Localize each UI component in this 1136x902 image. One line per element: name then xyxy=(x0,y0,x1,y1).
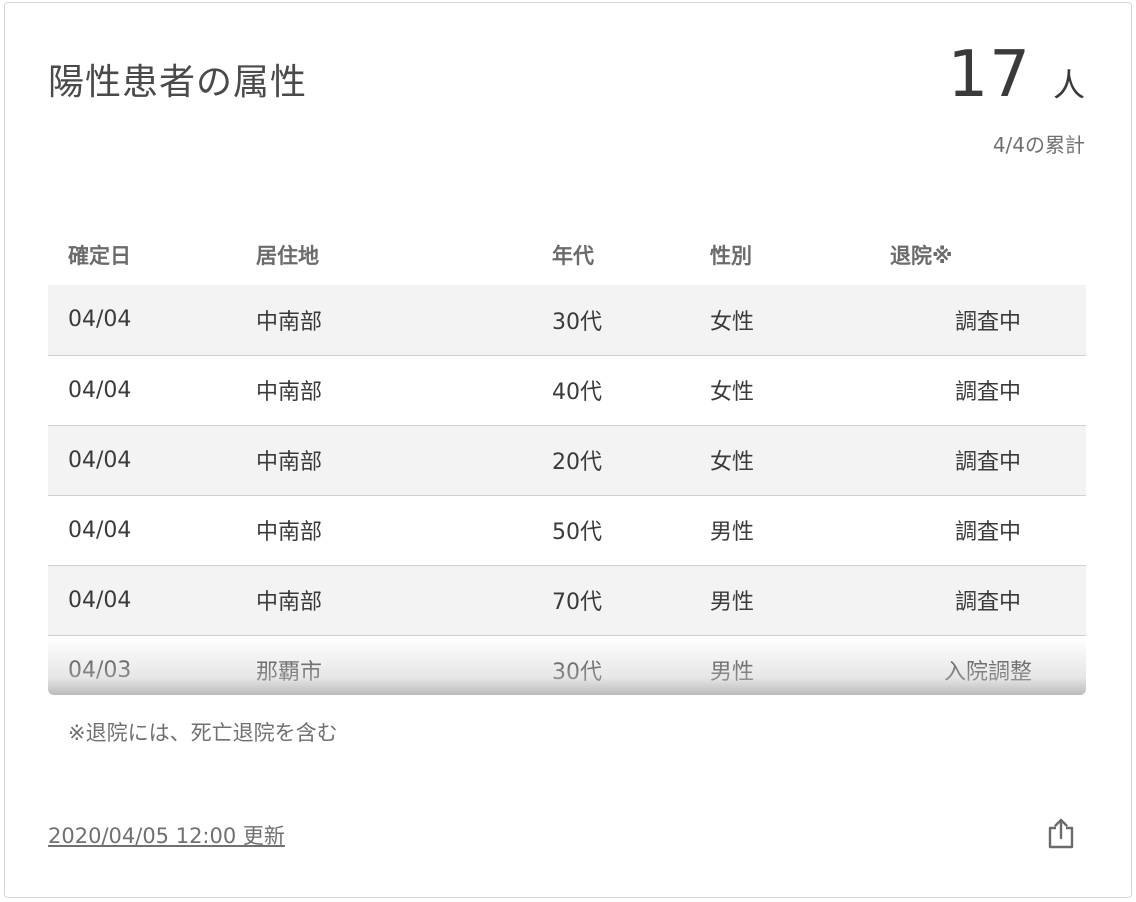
cell-discharge: 調査中 xyxy=(890,355,1086,426)
share-icon[interactable] xyxy=(1047,817,1075,849)
total-count: 17 人 xyxy=(948,43,1085,107)
cell-date: 04/03 xyxy=(48,635,236,695)
share-icon-svg xyxy=(1048,818,1074,849)
table-row: 04/03 那覇市 30代 男性 入院調整 xyxy=(48,635,1086,695)
cell-age: 70代 xyxy=(532,565,690,636)
total-caption: 4/4の累計 xyxy=(992,133,1085,157)
cell-residence: 中南部 xyxy=(236,355,532,426)
cell-discharge: 入院調整 xyxy=(890,635,1086,695)
patients-table-scroll[interactable]: 確定日 居住地 年代 性別 退院※ 04/04 中南部 30代 女性 調査中 0… xyxy=(48,225,1086,695)
cell-age: 20代 xyxy=(532,425,690,496)
header-sex[interactable]: 性別 xyxy=(690,225,890,285)
header-discharge[interactable]: 退院※ xyxy=(890,225,1086,285)
header-date[interactable]: 確定日 xyxy=(48,225,236,285)
cell-date: 04/04 xyxy=(48,285,236,356)
table-header-row: 確定日 居住地 年代 性別 退院※ xyxy=(48,225,1086,285)
table-row: 04/04 中南部 70代 男性 調査中 xyxy=(48,565,1086,636)
cell-date: 04/04 xyxy=(48,495,236,566)
cell-sex: 女性 xyxy=(690,355,890,426)
cell-sex: 男性 xyxy=(690,635,890,695)
table-row: 04/04 中南部 30代 女性 調査中 xyxy=(48,285,1086,356)
table-row: 04/04 中南部 40代 女性 調査中 xyxy=(48,355,1086,426)
cell-residence: 那覇市 xyxy=(236,635,532,695)
card-title: 陽性患者の属性 xyxy=(48,62,308,103)
cell-age: 50代 xyxy=(532,495,690,566)
cell-discharge: 調査中 xyxy=(890,495,1086,566)
cell-date: 04/04 xyxy=(48,355,236,426)
cell-residence: 中南部 xyxy=(236,495,532,566)
cell-discharge: 調査中 xyxy=(890,565,1086,636)
cell-sex: 女性 xyxy=(690,425,890,496)
cell-sex: 女性 xyxy=(690,285,890,356)
total-unit: 人 xyxy=(1052,66,1085,104)
updated-link[interactable]: 2020/04/05 12:00 更新 xyxy=(48,820,285,850)
cell-date: 04/04 xyxy=(48,425,236,496)
total-value: 17 xyxy=(947,38,1031,112)
cell-residence: 中南部 xyxy=(236,425,532,496)
header-age[interactable]: 年代 xyxy=(532,225,690,285)
header-residence[interactable]: 居住地 xyxy=(236,225,532,285)
cell-discharge: 調査中 xyxy=(890,425,1086,496)
cell-age: 40代 xyxy=(532,355,690,426)
cell-age: 30代 xyxy=(532,635,690,695)
cell-sex: 男性 xyxy=(690,495,890,566)
cell-sex: 男性 xyxy=(690,565,890,636)
cell-residence: 中南部 xyxy=(236,565,532,636)
footnote: ※退院には、死亡退院を含む xyxy=(68,721,338,745)
cell-residence: 中南部 xyxy=(236,285,532,356)
patients-table: 確定日 居住地 年代 性別 退院※ 04/04 中南部 30代 女性 調査中 0… xyxy=(48,225,1086,695)
table-row: 04/04 中南部 50代 男性 調査中 xyxy=(48,495,1086,566)
table-row: 04/04 中南部 20代 女性 調査中 xyxy=(48,425,1086,496)
cell-date: 04/04 xyxy=(48,565,236,636)
patients-card: 陽性患者の属性 17 人 4/4の累計 確定日 居住地 年代 性別 退院※ 04… xyxy=(4,2,1132,898)
cell-age: 30代 xyxy=(532,285,690,356)
cell-discharge: 調査中 xyxy=(890,285,1086,356)
